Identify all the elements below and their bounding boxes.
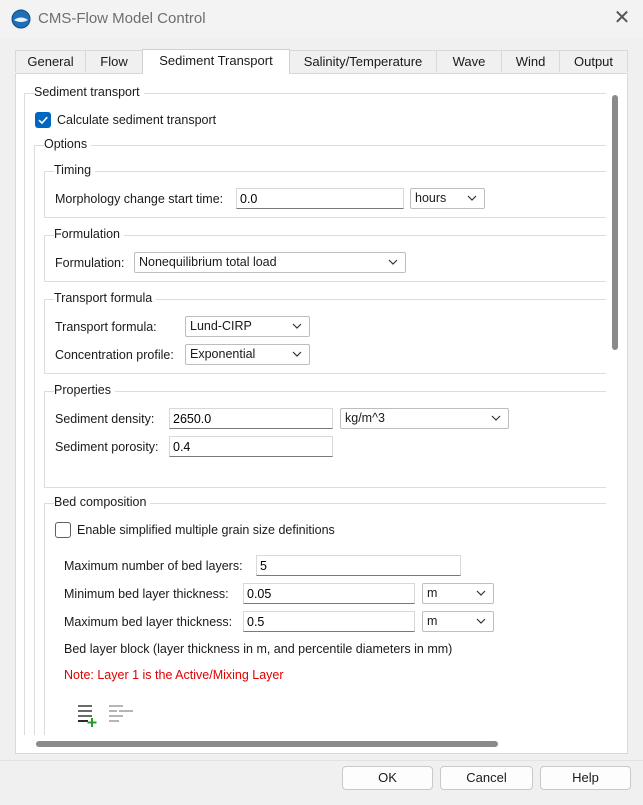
options-title: Options (44, 137, 92, 151)
sediment-density-label: Sediment density: (55, 412, 155, 426)
max-bed-thickness-unit-value: m (427, 614, 438, 628)
chevron-down-icon (467, 195, 477, 201)
tab-strip: General Flow Sediment Transport Salinity… (15, 49, 628, 74)
min-bed-thickness-unit-value: m (427, 586, 438, 600)
calculate-sediment-label: Calculate sediment transport (57, 113, 217, 127)
chevron-down-icon (476, 618, 486, 624)
chevron-down-icon (292, 351, 302, 357)
morphology-start-label: Morphology change start time: (55, 192, 224, 206)
concentration-profile-label: Concentration profile: (55, 348, 174, 362)
transport-formula-label: Transport formula: (55, 320, 157, 334)
max-bed-layers-input[interactable] (256, 555, 461, 576)
tab-flow[interactable]: Flow (85, 50, 143, 72)
max-bed-thickness-label: Maximum bed layer thickness: (64, 615, 233, 629)
close-icon[interactable]: ✕ (610, 6, 634, 30)
tab-wave[interactable]: Wave (436, 50, 502, 72)
transport-formula-select[interactable]: Lund-CIRP (185, 316, 310, 337)
tab-general[interactable]: General (15, 50, 86, 72)
min-bed-thickness-input[interactable] (243, 583, 415, 604)
vertical-scrollbar-thumb[interactable] (612, 95, 618, 350)
chevron-down-icon (292, 323, 302, 329)
max-bed-thickness-unit-select[interactable]: m (422, 611, 494, 632)
horizontal-scrollbar-thumb[interactable] (36, 741, 498, 747)
remove-row-icon[interactable] (108, 703, 134, 729)
formulation-title: Formulation (54, 227, 124, 241)
morphology-start-unit-value: hours (415, 191, 447, 205)
help-button[interactable]: Help (540, 766, 631, 790)
tab-wind[interactable]: Wind (501, 50, 560, 72)
morphology-start-input[interactable] (236, 188, 404, 209)
formulation-label: Formulation: (55, 256, 125, 270)
min-bed-thickness-unit-select[interactable]: m (422, 583, 494, 604)
checkmark-icon (38, 116, 48, 125)
formulation-select[interactable]: Nonequilibrium total load (134, 252, 406, 273)
chevron-down-icon (491, 415, 501, 421)
concentration-profile-select[interactable]: Exponential (185, 344, 310, 365)
tab-output[interactable]: Output (559, 50, 628, 72)
chevron-down-icon (476, 590, 486, 596)
bed-layer-block-label: Bed layer block (layer thickness in m, a… (64, 642, 453, 656)
tab-salinity-temperature[interactable]: Salinity/Temperature (289, 50, 437, 72)
properties-title: Properties (54, 383, 115, 397)
sediment-porosity-input[interactable] (169, 436, 333, 457)
sediment-density-unit-value: kg/m^3 (345, 411, 385, 425)
max-bed-layers-label: Maximum number of bed layers: (64, 559, 243, 573)
transport-formula-title: Transport formula (54, 291, 157, 305)
formulation-value: Nonequilibrium total load (139, 255, 277, 269)
sediment-density-input[interactable] (169, 408, 333, 429)
calculate-sediment-checkbox[interactable] (35, 112, 51, 128)
footer-divider (0, 760, 643, 761)
add-row-icon[interactable] (77, 703, 103, 729)
chevron-down-icon (388, 259, 398, 265)
concentration-profile-value: Exponential (190, 347, 256, 361)
multi-grain-label: Enable simplified multiple grain size de… (77, 523, 335, 537)
transport-formula-value: Lund-CIRP (190, 319, 252, 333)
max-bed-thickness-input[interactable] (243, 611, 415, 632)
cancel-button[interactable]: Cancel (440, 766, 533, 790)
morphology-start-unit-select[interactable]: hours (410, 188, 485, 209)
sediment-density-unit-select[interactable]: kg/m^3 (340, 408, 509, 429)
window-title: CMS-Flow Model Control (38, 10, 206, 27)
ok-button[interactable]: OK (342, 766, 433, 790)
multi-grain-checkbox[interactable] (55, 522, 71, 538)
timing-title: Timing (54, 163, 96, 177)
bed-composition-title: Bed composition (54, 495, 151, 509)
sediment-transport-title: Sediment transport (34, 85, 144, 99)
sediment-porosity-label: Sediment porosity: (55, 440, 159, 454)
tab-sediment-transport[interactable]: Sediment Transport (142, 49, 290, 74)
title-bar: CMS-Flow Model Control ✕ (0, 0, 643, 38)
app-globe-icon (11, 9, 31, 29)
active-layer-note: Note: Layer 1 is the Active/Mixing Layer (64, 668, 284, 682)
sediment-scroll-area: Sediment transport Calculate sediment tr… (24, 83, 606, 735)
min-bed-thickness-label: Minimum bed layer thickness: (64, 587, 229, 601)
